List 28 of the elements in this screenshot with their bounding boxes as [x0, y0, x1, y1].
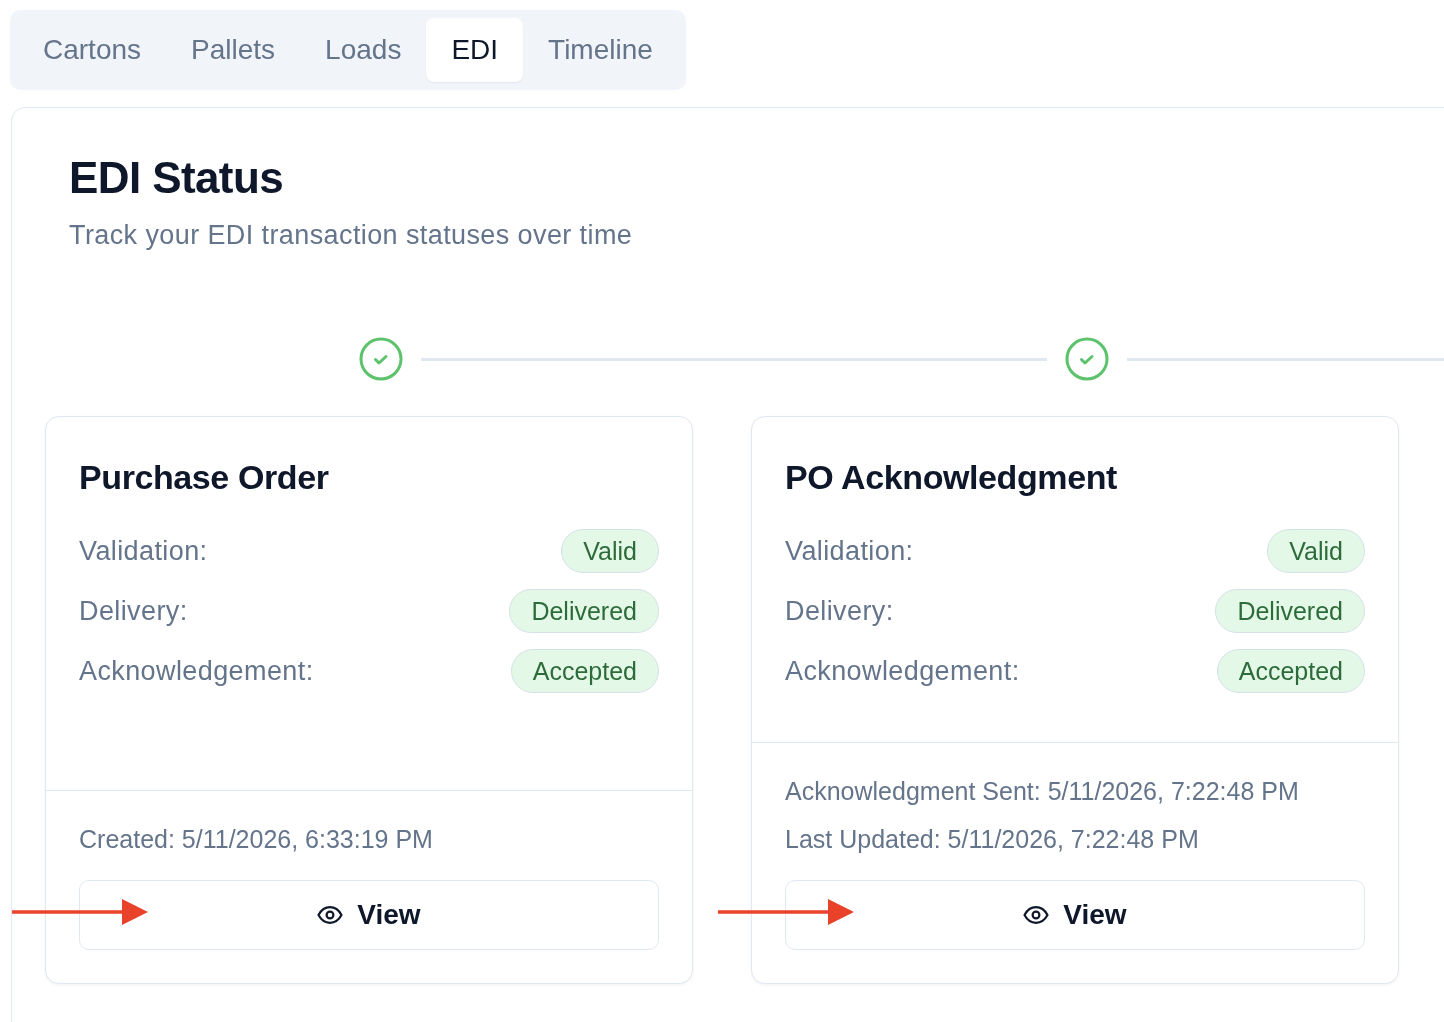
tab[interactable]: Pallets [166, 18, 301, 82]
status-badge: Delivered [1215, 589, 1365, 633]
status-badge: Valid [561, 529, 659, 573]
tab[interactable]: Cartons [18, 18, 167, 82]
card-title: PO Acknowledgment [785, 457, 1118, 498]
eye-icon [1023, 906, 1050, 924]
status-label: Validation: [79, 535, 208, 568]
view-button[interactable]: View [785, 880, 1365, 950]
eye-icon [317, 906, 344, 924]
timestamp-text: Acknowledgment Sent: 5/11/2026, 7:22:48 PM [785, 776, 1300, 807]
status-badge: Valid [1267, 529, 1365, 573]
status-badge: Accepted [510, 649, 659, 693]
card-title: Purchase Order [79, 457, 330, 498]
status-badge: Delivered [509, 589, 659, 633]
view-button[interactable]: View [79, 880, 659, 950]
status-label: Delivery: [785, 595, 894, 628]
page-subtitle: Track your EDI transaction statuses over time [69, 219, 634, 252]
tab[interactable]: Loads [300, 18, 427, 82]
timestamp-text: Created: 5/11/2026, 6:33:19 PM [79, 824, 434, 855]
timestamp-text: Last Updated: 5/11/2026, 7:22:48 PM [785, 824, 1200, 855]
status-badge: Accepted [1216, 649, 1365, 693]
status-label: Delivery: [79, 595, 188, 628]
tab[interactable]: Timeline [523, 18, 678, 82]
tab[interactable]: EDI [426, 18, 524, 82]
page-title: EDI Status [69, 152, 285, 204]
status-label: Validation: [785, 535, 914, 568]
status-label: Acknowledgement: [79, 655, 314, 688]
status-label: Acknowledgement: [785, 655, 1020, 688]
